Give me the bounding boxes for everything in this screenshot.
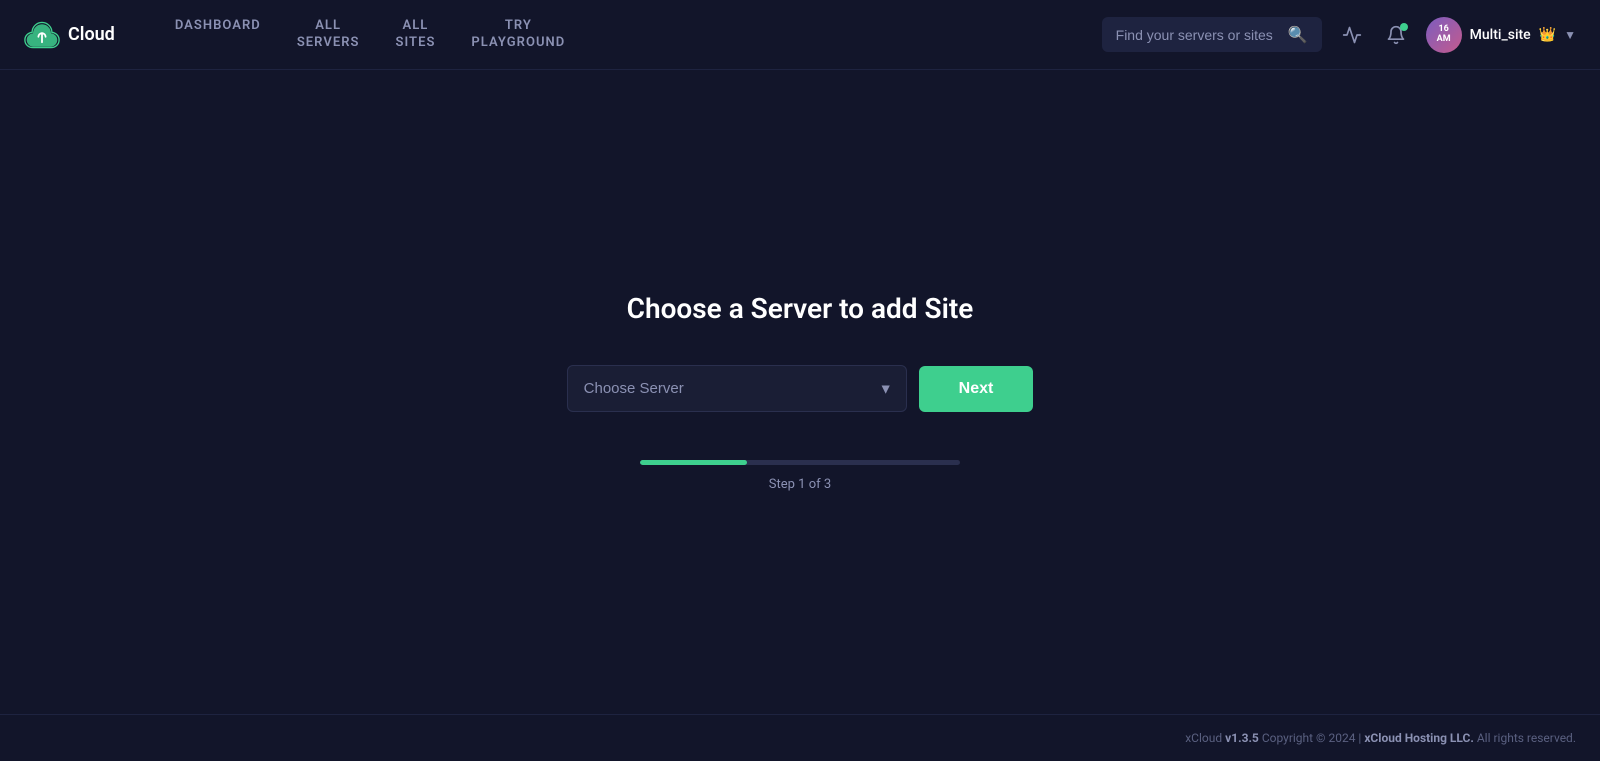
- server-select[interactable]: Choose Server: [567, 365, 907, 412]
- username: Multi_site: [1470, 27, 1531, 43]
- logo-icon: [24, 17, 60, 53]
- crown-icon: 👑: [1539, 27, 1556, 43]
- nav-all-sites[interactable]: ALLSITES: [395, 18, 435, 52]
- server-select-wrapper: Choose Server ▼: [567, 365, 907, 412]
- notification-button[interactable]: [1382, 21, 1410, 49]
- activity-icon: [1342, 25, 1362, 45]
- page-title: Choose a Server to add Site: [627, 292, 974, 325]
- nav-try-playground[interactable]: TRYPLAYGROUND: [471, 18, 565, 52]
- footer-copyright: Copyright © 2024 |: [1262, 731, 1365, 745]
- search-icon: 🔍: [1288, 25, 1308, 44]
- footer: xCloud v1.3.5 Copyright © 2024 | xCloud …: [0, 714, 1600, 761]
- progress-area: Step 1 of 3: [640, 460, 960, 492]
- nav-all-servers[interactable]: ALLSERVERS: [297, 18, 360, 52]
- chevron-down-icon: ▼: [1564, 28, 1576, 42]
- user-menu[interactable]: 16AM Multi_site 👑 ▼: [1426, 17, 1576, 53]
- footer-brand: xCloud: [1185, 731, 1222, 745]
- step-label: Step 1 of 3: [769, 477, 831, 492]
- header: Cloud DASHBOARD ALLSERVERS ALLSITES TRYP…: [0, 0, 1600, 70]
- footer-company: xCloud Hosting LLC.: [1364, 731, 1474, 745]
- search-input[interactable]: [1116, 27, 1280, 43]
- footer-version: v1.3.5: [1225, 731, 1259, 745]
- header-right: 🔍 16AM Multi_site 👑 ▼: [1102, 17, 1576, 53]
- main-nav: DASHBOARD ALLSERVERS ALLSITES TRYPLAYGRO…: [175, 18, 566, 52]
- nav-dashboard[interactable]: DASHBOARD: [175, 18, 261, 52]
- next-button[interactable]: Next: [919, 366, 1034, 412]
- form-row: Choose Server ▼ Next: [567, 365, 1034, 412]
- avatar: 16AM: [1426, 17, 1462, 53]
- search-bar[interactable]: 🔍: [1102, 17, 1322, 52]
- logo[interactable]: Cloud: [24, 17, 115, 53]
- progress-fill: [640, 460, 747, 465]
- progress-track: [640, 460, 960, 465]
- activity-button[interactable]: [1338, 21, 1366, 49]
- footer-rights: All rights reserved.: [1477, 731, 1576, 745]
- main-content: Choose a Server to add Site Choose Serve…: [0, 70, 1600, 714]
- logo-label: Cloud: [68, 24, 115, 45]
- notification-dot: [1400, 23, 1408, 31]
